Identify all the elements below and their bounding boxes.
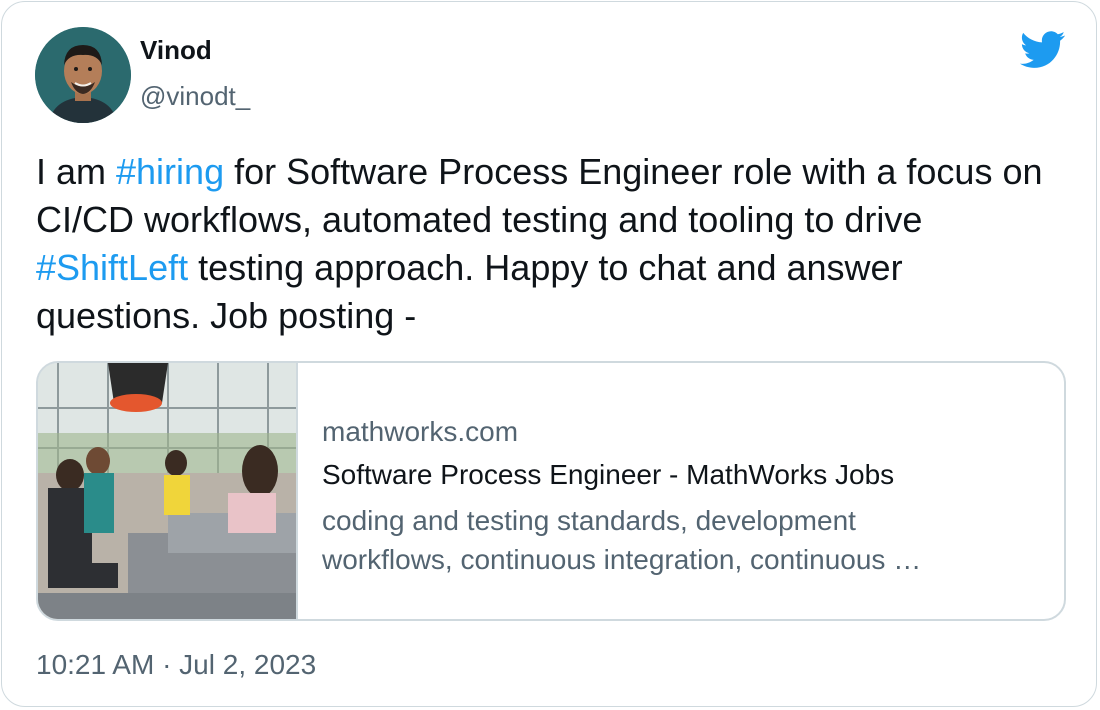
link-domain: mathworks.com xyxy=(322,416,519,447)
tweet-text-segment: I am xyxy=(36,151,117,192)
tweet-text: I am #hiring for Software Process Engine… xyxy=(36,148,1066,340)
link-preview-card[interactable]: mathworks.com Software Process Engineer … xyxy=(36,361,1066,621)
link-description: coding and testing standards, developmen… xyxy=(322,505,922,575)
hashtag-link-hiring[interactable]: #hiring xyxy=(116,151,224,192)
link-title: Software Process Engineer - MathWorks Jo… xyxy=(322,459,895,490)
tweet-timestamp[interactable]: 10:21 AM · Jul 2, 2023 xyxy=(36,649,316,681)
avatar-image xyxy=(35,27,131,123)
author-name[interactable]: Vinod xyxy=(140,35,212,66)
embedded-tweet-card: Vinod @vinodt_ I am #hiring for Software… xyxy=(1,1,1097,707)
author-avatar[interactable] xyxy=(35,27,131,123)
hashtag-link-shiftleft[interactable]: #ShiftLeft xyxy=(36,247,188,288)
link-card-divider xyxy=(296,363,298,619)
author-handle[interactable]: @vinodt_ xyxy=(140,81,250,112)
twitter-bird-icon[interactable] xyxy=(1020,31,1066,69)
link-thumbnail-image xyxy=(38,363,296,619)
